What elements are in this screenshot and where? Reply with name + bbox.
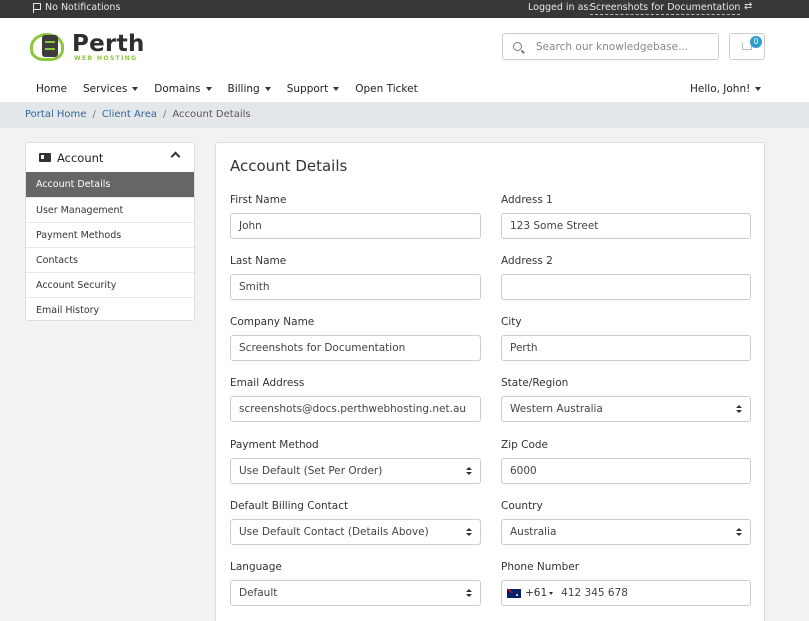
company-name-label: Company Name (230, 316, 315, 328)
cart-count-badge: 0 (750, 36, 762, 48)
brand-title: Perth (72, 30, 145, 57)
swap-account-icon[interactable]: ⇄ (744, 1, 752, 12)
phone-label: Phone Number (501, 561, 580, 573)
address2-label: Address 2 (501, 255, 553, 267)
nav-domains[interactable]: Domains (154, 83, 212, 95)
billing-contact-select[interactable]: Use Default Contact (Details Above) (230, 519, 481, 545)
user-menu[interactable]: Hello, John! (690, 83, 762, 95)
country-label: Country (501, 500, 543, 512)
dial-code: +61 (525, 587, 548, 599)
caret-down-icon (755, 87, 762, 91)
zip-field[interactable]: 6000 (501, 458, 751, 484)
first-name-field[interactable]: John (230, 213, 481, 239)
email-field[interactable]: screenshots@docs.perthwebhosting.net.au (230, 396, 481, 422)
caret-down-icon (132, 87, 139, 91)
nav-support[interactable]: Support (287, 83, 340, 95)
country-select[interactable]: Australia (501, 519, 751, 545)
state-value: Western Australia (510, 403, 603, 415)
phone-value: 412 345 678 (561, 587, 628, 599)
search-box (502, 33, 719, 60)
country-code-dropdown[interactable]: +61 (507, 587, 561, 599)
sidebar-item-email-history[interactable]: Email History (26, 297, 194, 322)
flag-icon (33, 2, 41, 13)
zip-label: Zip Code (501, 439, 548, 451)
logged-in-label: Logged in as: (528, 2, 592, 13)
sidebar-item-payment-methods[interactable]: Payment Methods (26, 222, 194, 247)
country-value: Australia (510, 526, 557, 538)
payment-method-label: Payment Method (230, 439, 319, 451)
nav-billing[interactable]: Billing (228, 83, 271, 95)
language-label: Language (230, 561, 282, 573)
search-icon[interactable] (513, 42, 522, 51)
id-card-icon (39, 153, 51, 162)
nav-open-ticket[interactable]: Open Ticket (355, 83, 417, 95)
breadcrumb-portal-home[interactable]: Portal Home (25, 109, 86, 120)
caret-down-icon (333, 87, 340, 91)
nav-home[interactable]: Home (36, 83, 67, 95)
first-name-label: First Name (230, 194, 287, 206)
sidebar-item-user-management[interactable]: User Management (26, 197, 194, 222)
header: Perth WEB HOSTING 0 Home Services Domain… (0, 18, 809, 102)
last-name-label: Last Name (230, 255, 287, 267)
caret-down-icon (264, 87, 271, 91)
breadcrumb-current: Account Details (172, 109, 251, 120)
language-value: Default (239, 587, 278, 599)
cart-button[interactable]: 0 (729, 33, 765, 60)
user-greeting: Hello, John! (690, 83, 751, 95)
billing-contact-value: Use Default Contact (Details Above) (239, 526, 429, 538)
state-select[interactable]: Western Australia (501, 396, 751, 422)
notifications-link[interactable]: No Notifications (33, 2, 120, 13)
phone-field[interactable]: +61 412 345 678 (501, 580, 751, 606)
account-sidebar: Account Account Details User Management … (25, 142, 195, 321)
city-label: City (501, 316, 522, 328)
brand-subtitle: WEB HOSTING (74, 54, 138, 62)
language-select[interactable]: Default (230, 580, 481, 606)
cloud-server-icon (30, 30, 70, 64)
top-bar: No Notifications Logged in as: Screensho… (0, 0, 809, 18)
company-name-field[interactable]: Screenshots for Documentation (230, 335, 481, 361)
breadcrumb-bar: Portal Home / Client Area / Account Deta… (0, 102, 809, 128)
billing-contact-label: Default Billing Contact (230, 500, 349, 512)
sidebar-title: Account (57, 150, 104, 165)
account-switch-link[interactable]: Screenshots for Documentation (590, 2, 741, 15)
page-title: Account Details (230, 157, 348, 175)
main-nav: Home Services Domains Billing Support Op… (36, 83, 434, 95)
breadcrumb: Portal Home / Client Area / Account Deta… (25, 109, 251, 120)
sidebar-header[interactable]: Account (26, 143, 194, 172)
notifications-label: No Notifications (45, 2, 121, 13)
address1-field[interactable]: 123 Some Street (501, 213, 751, 239)
payment-method-value: Use Default (Set Per Order) (239, 465, 383, 477)
account-details-panel: Account Details First Name John Last Nam… (215, 142, 765, 621)
last-name-field[interactable]: Smith (230, 274, 481, 300)
address2-field[interactable] (501, 274, 751, 300)
state-label: State/Region (501, 377, 569, 389)
search-input[interactable] (536, 40, 706, 53)
sidebar-item-account-security[interactable]: Account Security (26, 272, 194, 297)
city-field[interactable]: Perth (501, 335, 751, 361)
sidebar-item-account-details[interactable]: Account Details (26, 172, 194, 197)
nav-services[interactable]: Services (83, 83, 139, 95)
caret-down-icon (205, 87, 212, 91)
sidebar-item-contacts[interactable]: Contacts (26, 247, 194, 272)
breadcrumb-client-area[interactable]: Client Area (102, 109, 157, 120)
chevron-up-icon[interactable] (170, 151, 181, 162)
payment-method-select[interactable]: Use Default (Set Per Order) (230, 458, 481, 484)
caret-down-icon (549, 591, 554, 595)
email-label: Email Address (230, 377, 305, 389)
address1-label: Address 1 (501, 194, 553, 206)
logo[interactable]: Perth WEB HOSTING (30, 30, 145, 64)
australia-flag-icon (507, 588, 521, 598)
